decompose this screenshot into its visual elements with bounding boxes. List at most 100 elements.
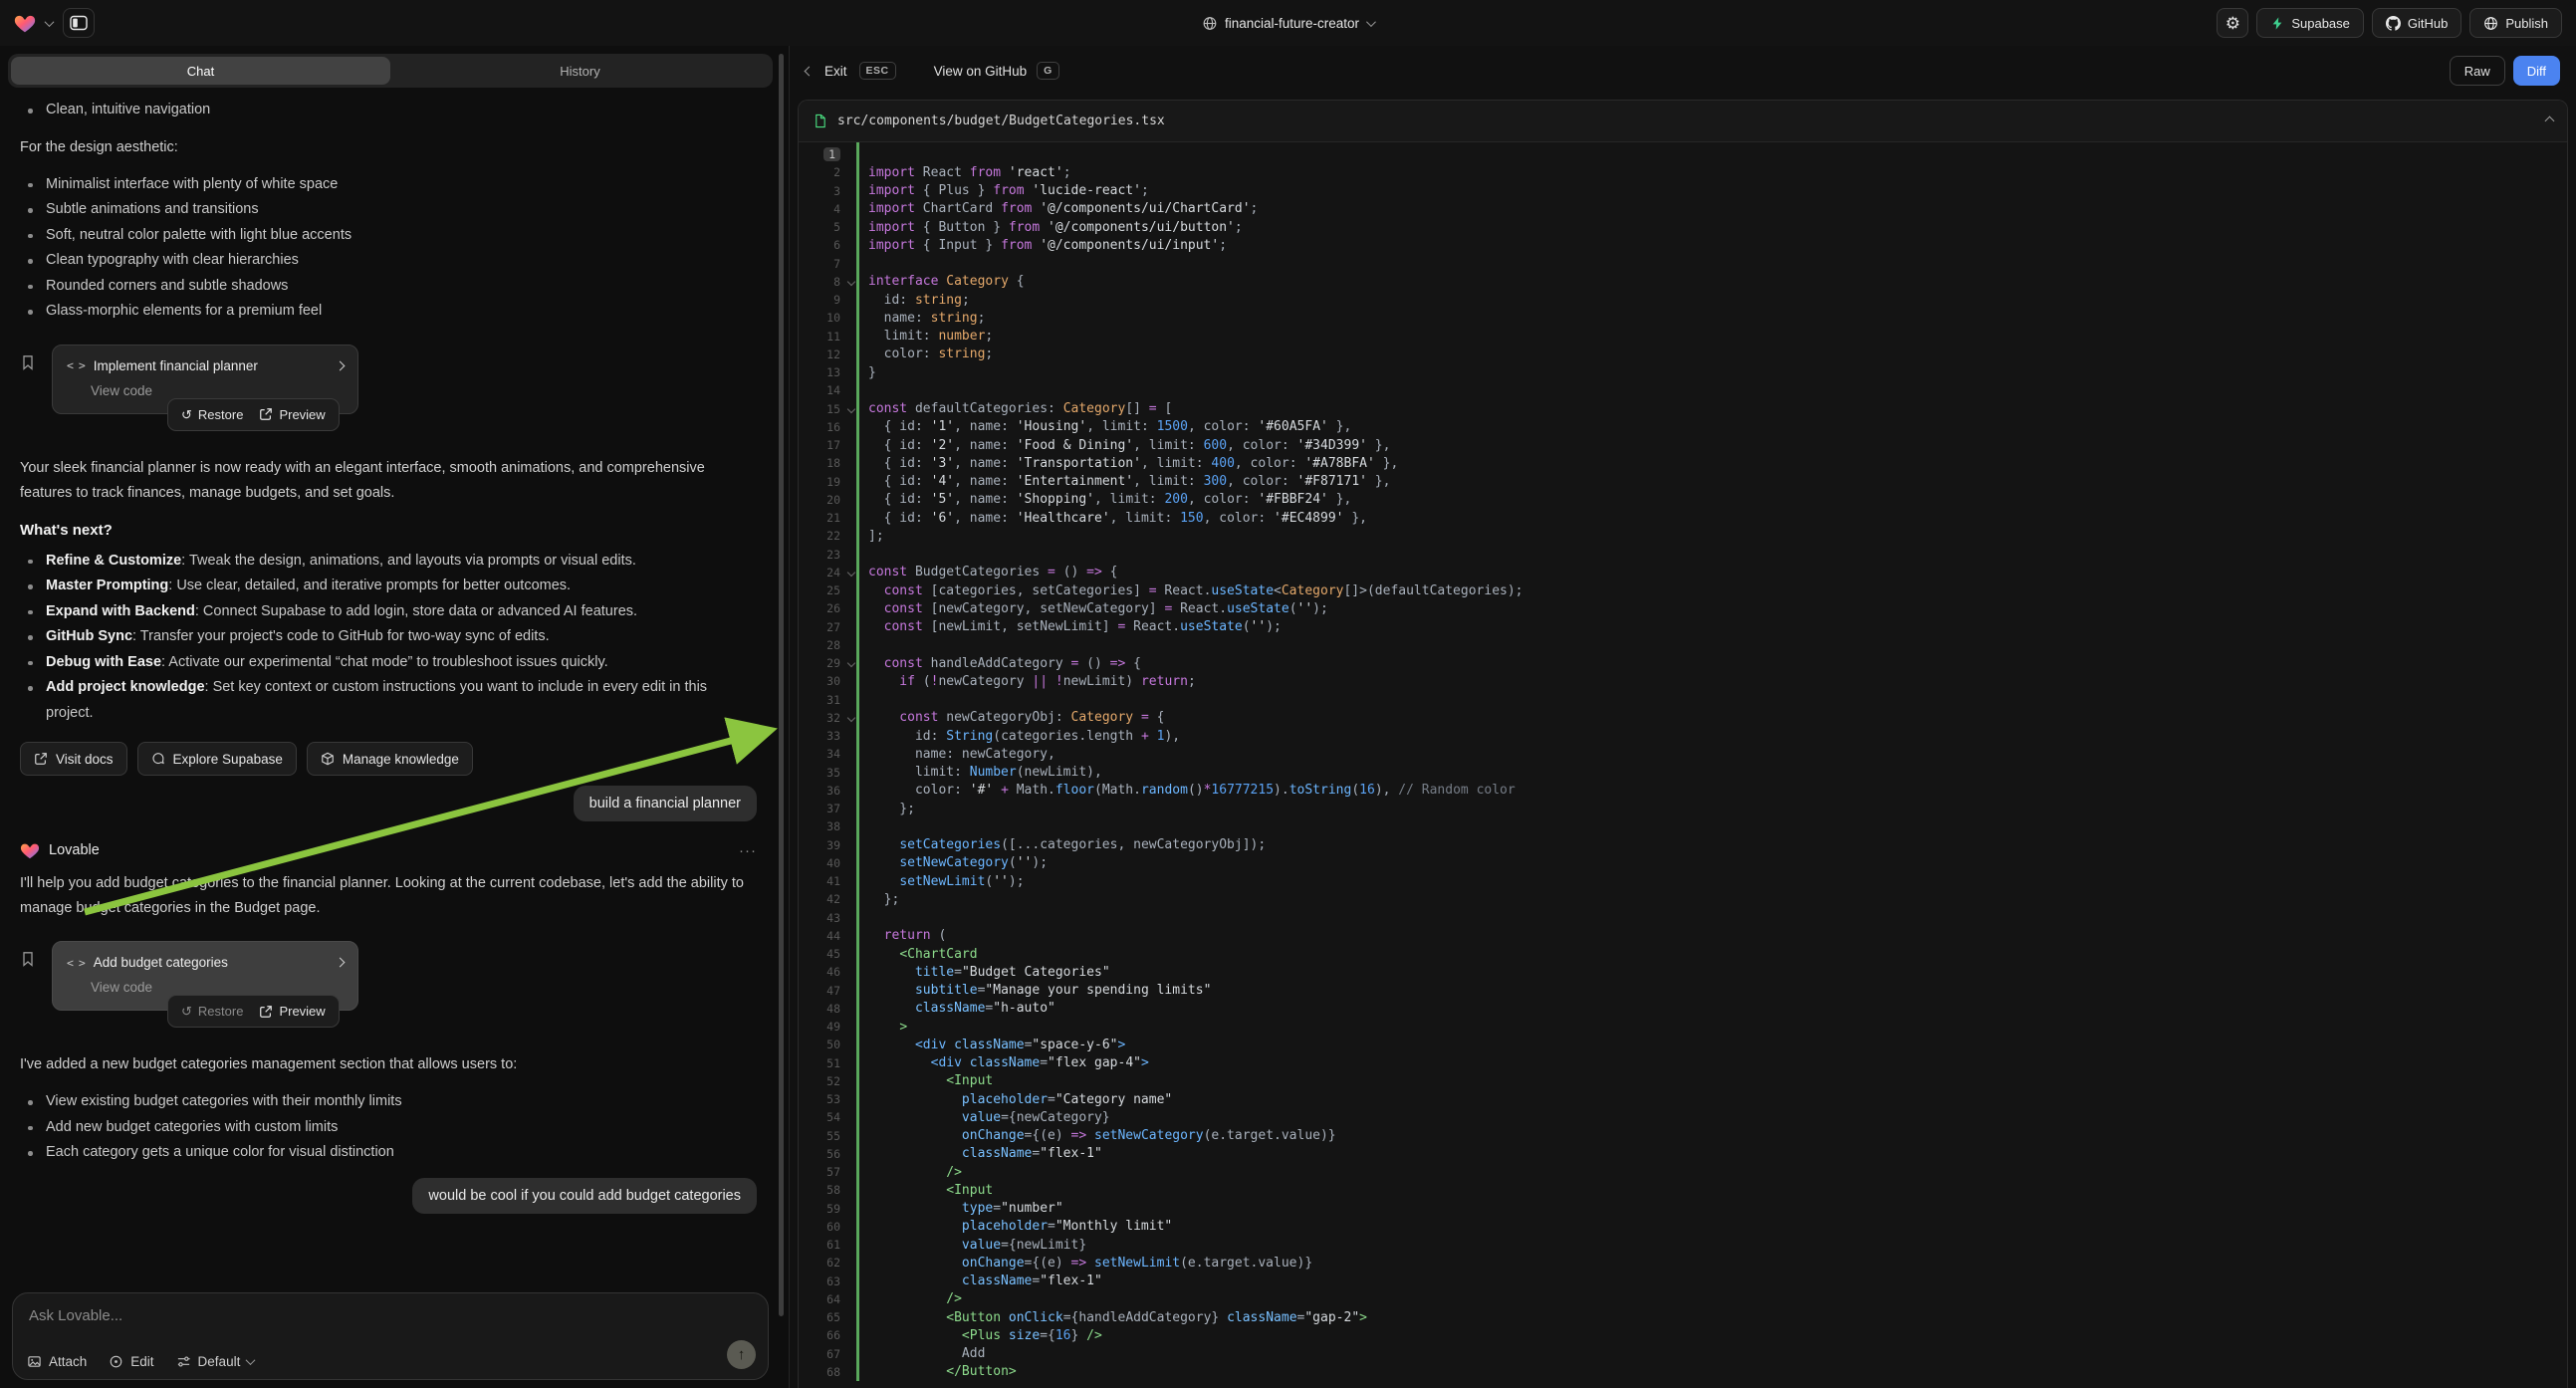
line-number: 47: [799, 984, 840, 998]
code-text: color: string;: [840, 347, 993, 361]
preview-button[interactable]: Preview: [259, 1004, 325, 1019]
action-manage-knowledge-button[interactable]: Manage knowledge: [307, 742, 473, 776]
line-number: 35: [799, 766, 840, 780]
list-item-text: Clean, intuitive navigation: [46, 102, 210, 117]
list-item: Clean typography with clear hierarchies: [20, 248, 757, 274]
chat-messages[interactable]: Clean, intuitive navigationFor the desig…: [0, 94, 777, 1284]
code-text: value={newLimit}: [840, 1238, 1086, 1253]
restore-button[interactable]: ↺Restore: [181, 407, 243, 422]
agent-header: Lovable ···: [20, 841, 757, 859]
line-number: 52: [799, 1074, 840, 1088]
diff-toggle-button[interactable]: Diff: [2513, 56, 2560, 86]
code-line: 39 setCategories([...categories, newCate…: [799, 836, 2567, 854]
line-number: 8: [799, 275, 840, 289]
code-line: 15const defaultCategories: Category[] = …: [799, 400, 2567, 418]
line-number: 9: [799, 293, 840, 307]
code-line: 23: [799, 546, 2567, 564]
package-icon: [321, 752, 335, 766]
chat-scrollbar[interactable]: [779, 54, 784, 1316]
line-number: 39: [799, 838, 840, 852]
restore-button[interactable]: ↺Restore: [181, 1004, 243, 1019]
view-on-github-button[interactable]: View on GitHub: [934, 64, 1028, 79]
code-text: { id: '1', name: 'Housing', limit: 1500,…: [840, 419, 1351, 434]
code-text: { id: '6', name: 'Healthcare', limit: 15…: [840, 511, 1367, 526]
list-item-text: View existing budget categories with the…: [46, 1093, 402, 1109]
external-link-icon: [34, 752, 48, 766]
file-bar[interactable]: src/components/budget/BudgetCategories.t…: [799, 101, 2567, 142]
line-number: 16: [799, 420, 840, 434]
line-number: 2: [799, 165, 840, 179]
file-icon: [813, 114, 827, 128]
project-switcher[interactable]: financial-future-creator: [1202, 0, 1374, 46]
user-message: build a financial planner: [574, 786, 757, 821]
sidebar-toggle-button[interactable]: [63, 8, 95, 38]
publish-label: Publish: [2505, 16, 2548, 31]
agent-name: Lovable: [49, 842, 100, 858]
raw-toggle-button[interactable]: Raw: [2450, 56, 2505, 86]
line-number: 6: [799, 238, 840, 252]
bookmark-icon[interactable]: [20, 951, 36, 967]
code-text: { id: '3', name: 'Transportation', limit…: [840, 456, 1398, 471]
chat-history-tabs: Chat History: [8, 54, 773, 88]
code-line: 18 { id: '3', name: 'Transportation', li…: [799, 454, 2567, 472]
code-line: 68 </Button>: [799, 1363, 2567, 1381]
list-item-bold: Expand with Backend: [46, 603, 195, 619]
send-button[interactable]: ↑: [727, 1340, 756, 1369]
code-line: 21 { id: '6', name: 'Healthcare', limit:…: [799, 509, 2567, 527]
more-icon[interactable]: ···: [739, 842, 757, 859]
list-item-text: Subtle animations and transitions: [46, 201, 259, 217]
code-line: 61 value={newLimit}: [799, 1236, 2567, 1254]
line-number: 28: [799, 638, 840, 652]
supabase-button[interactable]: Supabase: [2256, 8, 2364, 38]
code-line: 13}: [799, 363, 2567, 381]
supabase-bolt-icon: [2270, 16, 2284, 31]
code-line: 49 >: [799, 1018, 2567, 1036]
line-number: 36: [799, 784, 840, 798]
list-item-text: Minimalist interface with plenty of whit…: [46, 176, 338, 192]
publish-button[interactable]: Publish: [2469, 8, 2562, 38]
code-text: limit: Number(newLimit),: [840, 765, 1102, 780]
bullet-list: Minimalist interface with plenty of whit…: [20, 172, 757, 325]
chat-input[interactable]: [29, 1307, 607, 1324]
line-number: 33: [799, 729, 840, 743]
view-code-link[interactable]: View code: [91, 980, 344, 995]
line-number: 67: [799, 1347, 840, 1361]
github-label: GitHub: [2408, 16, 2448, 31]
code-text: id: String(categories.length + 1),: [840, 729, 1180, 744]
image-icon: [27, 1354, 42, 1369]
version-card-title: Add budget categories: [94, 955, 328, 970]
code-text: import { Button } from '@/components/ui/…: [840, 220, 1243, 235]
bullet-list: View existing budget categories with the…: [20, 1089, 757, 1166]
action-explore-supabase-button[interactable]: Explore Supabase: [137, 742, 297, 776]
line-number: 59: [799, 1202, 840, 1216]
code-text: <Input: [840, 1073, 993, 1088]
code-text: interface Category {: [840, 274, 1025, 289]
code-lines[interactable]: 12import React from 'react';3import { Pl…: [799, 142, 2567, 1381]
line-number: 19: [799, 475, 840, 489]
settings-button[interactable]: ⚙: [2217, 8, 2248, 38]
list-item: Minimalist interface with plenty of whit…: [20, 172, 757, 198]
version-card-row: < >Add budget categories: [67, 955, 344, 970]
code-text: ];: [840, 529, 884, 544]
attach-button[interactable]: Attach: [27, 1354, 87, 1369]
code-text: subtitle="Manage your spending limits": [840, 983, 1211, 998]
chevron-left-icon[interactable]: [805, 66, 815, 76]
view-code-link[interactable]: View code: [91, 383, 344, 398]
code-text: { id: '4', name: 'Entertainment', limit:…: [840, 474, 1390, 489]
code-line: 41 setNewLimit('');: [799, 872, 2567, 890]
github-button[interactable]: GitHub: [2372, 8, 2461, 38]
collapse-chevron-icon[interactable]: [2545, 116, 2555, 126]
edit-mode-button[interactable]: Edit: [109, 1354, 153, 1369]
code-line: 63 className="flex-1": [799, 1272, 2567, 1290]
line-number: 30: [799, 674, 840, 688]
exit-button[interactable]: Exit: [824, 64, 847, 79]
tab-history[interactable]: History: [390, 57, 770, 85]
bookmark-icon[interactable]: [20, 354, 36, 370]
logo-menu-chevron-icon[interactable]: [45, 17, 55, 27]
tab-chat[interactable]: Chat: [11, 57, 390, 85]
lovable-logo-icon[interactable]: [14, 13, 36, 33]
preview-button[interactable]: Preview: [259, 407, 325, 422]
action-visit-docs-button[interactable]: Visit docs: [20, 742, 127, 776]
code-line: 16 { id: '1', name: 'Housing', limit: 15…: [799, 418, 2567, 436]
mode-selector[interactable]: Default: [176, 1354, 255, 1369]
